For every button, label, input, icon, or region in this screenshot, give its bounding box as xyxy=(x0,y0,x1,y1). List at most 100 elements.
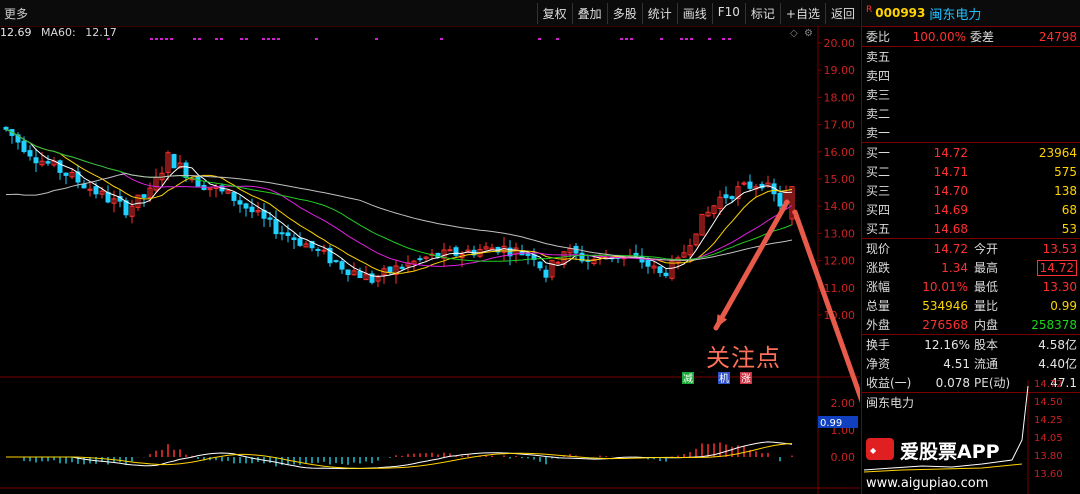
candle-body xyxy=(339,261,345,270)
price-axis-label: 11.00 xyxy=(824,282,856,295)
candle-body xyxy=(555,261,561,264)
weicha-value: 24798 xyxy=(1038,29,1077,44)
quote-stats: 现价 14.72 今开 13.53 涨跌 1.34 最高 14.72 涨幅 10.01% 最低 13.… xyxy=(862,239,1080,334)
sell-label: 卖五 xyxy=(866,50,891,64)
candle-body xyxy=(63,172,69,176)
annotation-text: 关注点 xyxy=(706,344,781,372)
sell-row: 卖三 xyxy=(862,85,1080,104)
candle-body xyxy=(291,237,297,241)
signal-dot xyxy=(315,38,318,40)
candle-body xyxy=(273,219,279,235)
signal-dot xyxy=(150,38,153,40)
quote-value-2: 14.72 xyxy=(998,259,1080,276)
toolbar-button-6[interactable]: 标记 xyxy=(744,3,780,24)
quote-label: 总量 xyxy=(866,299,891,313)
quote-value-2-text: 0.99 xyxy=(1050,298,1077,313)
ma30-line xyxy=(5,128,793,262)
signal-dot xyxy=(215,38,218,40)
more-menu[interactable]: 更多 xyxy=(4,5,28,22)
buy-orders: 买一 14.72 23964 买二 14.71 575 买三 14.70 138 买四 14.69 6… xyxy=(862,143,1080,238)
kline-chart[interactable]: 20.00 19.00 18.00 17.00 16.00 15.00 14.00 13.00… xyxy=(0,26,860,494)
buy-volume: 53 xyxy=(1061,221,1077,236)
ma60-line xyxy=(5,172,793,261)
signal-dot xyxy=(625,38,628,40)
candle-body xyxy=(237,200,243,205)
fund-value: 4.51 xyxy=(943,356,970,371)
annotation-arrow-right-shaft xyxy=(792,209,860,404)
candle-body xyxy=(777,192,783,207)
sell-row: 卖四 xyxy=(862,66,1080,85)
buy-price: 14.71 xyxy=(933,164,968,179)
quote-value-2: 13.30 xyxy=(998,280,1080,294)
quote-value-2-text: 13.53 xyxy=(1042,241,1077,256)
candle-body xyxy=(231,191,237,201)
signal-dot xyxy=(262,38,265,40)
candle-body xyxy=(657,266,663,274)
top-toolbar: 更多 复权 叠加 多股 统计 画线 F10 标记 +自选 返回 xyxy=(0,0,860,27)
stock-code: 000993 xyxy=(875,6,926,20)
signal-dot xyxy=(722,38,725,40)
signal-dot xyxy=(245,38,248,40)
buy-price: 14.69 xyxy=(933,202,968,217)
gear-icon: ⚙ xyxy=(804,28,813,39)
candle-body xyxy=(21,140,27,153)
r-mark: R xyxy=(866,5,873,15)
weibi-value: 100.00% xyxy=(912,29,966,44)
buy-row: 买一 14.72 23964 xyxy=(862,143,1080,162)
candle-body xyxy=(729,196,735,200)
toolbar-button-3[interactable]: 统计 xyxy=(641,3,677,24)
sell-row: 卖五 xyxy=(862,47,1080,66)
quote-value-2: 0.99 xyxy=(998,299,1080,313)
signal-dot xyxy=(155,38,158,40)
candle-body xyxy=(387,266,393,274)
toolbar-button-4[interactable]: 画线 xyxy=(676,3,712,24)
sell-orders: 卖五 卖四 卖三 卖二 卖一 xyxy=(862,47,1080,142)
weicha-label: 委差 xyxy=(970,30,995,44)
toolbar-button-1[interactable]: 叠加 xyxy=(571,3,607,24)
ma20-line xyxy=(5,128,793,267)
quote-label: 涨跌 xyxy=(866,261,891,275)
candle-body xyxy=(27,150,33,157)
quote-value: 14.72 xyxy=(933,241,968,256)
candle-body xyxy=(537,261,543,269)
toolbar-button-2[interactable]: 多股 xyxy=(606,3,642,24)
signal-dot xyxy=(660,38,663,40)
toolbar-button-5[interactable]: F10 xyxy=(711,3,745,24)
signal-dot xyxy=(375,38,378,40)
quote-row: 涨跌 1.34 最高 14.72 xyxy=(862,258,1080,277)
candle-body xyxy=(321,249,327,252)
signal-badge-text: 减 xyxy=(683,373,693,385)
toolbar-button-7[interactable]: +自选 xyxy=(779,3,825,24)
quote-row: 外盘 276568 内盘 258378 xyxy=(862,315,1080,334)
candle-body xyxy=(267,217,273,220)
buy-label: 买四 xyxy=(866,203,891,217)
price-axis-label: 15.00 xyxy=(824,173,856,186)
signal-dot xyxy=(630,38,633,40)
quote-label: 现价 xyxy=(866,242,891,256)
signal-badge-text: 机 xyxy=(719,372,729,385)
mini-axis-label: 14.72 xyxy=(1034,380,1063,390)
quote-value-2-text: 13.30 xyxy=(1042,279,1077,294)
candle-body xyxy=(543,269,549,278)
toolbar-button-8[interactable]: 返回 xyxy=(824,3,860,24)
candle-body xyxy=(93,186,99,195)
signal-dot xyxy=(538,38,541,40)
price-axis-label: 18.00 xyxy=(824,91,856,104)
buy-row: 买二 14.71 575 xyxy=(862,162,1080,181)
fund-value-2: 4.40亿 xyxy=(1038,357,1077,371)
quote-label-2: 最低 xyxy=(974,280,999,294)
candle-body xyxy=(747,181,753,189)
signal-dot xyxy=(160,38,163,40)
quote-label-2: 今开 xyxy=(974,242,999,256)
mini-intraday-chart: 14.72 14.50 14.25 14.05 13.80 13.60 ◆ 爱股票APP www… xyxy=(863,380,1063,494)
macd-axis-label: 2.00 xyxy=(831,397,856,410)
stock-header: R 000993 闽东电力 xyxy=(862,0,1080,27)
candle-body xyxy=(249,206,255,213)
macd-value-tag-text: 0.99 xyxy=(820,418,842,429)
quote-label: 外盘 xyxy=(866,318,891,332)
stock-name: 闽东电力 xyxy=(929,7,982,23)
quote-value: 534946 xyxy=(922,298,968,313)
toolbar-button-0[interactable]: 复权 xyxy=(536,3,572,24)
signal-dot xyxy=(440,38,443,40)
price-axis-label: 12.00 xyxy=(824,255,856,268)
